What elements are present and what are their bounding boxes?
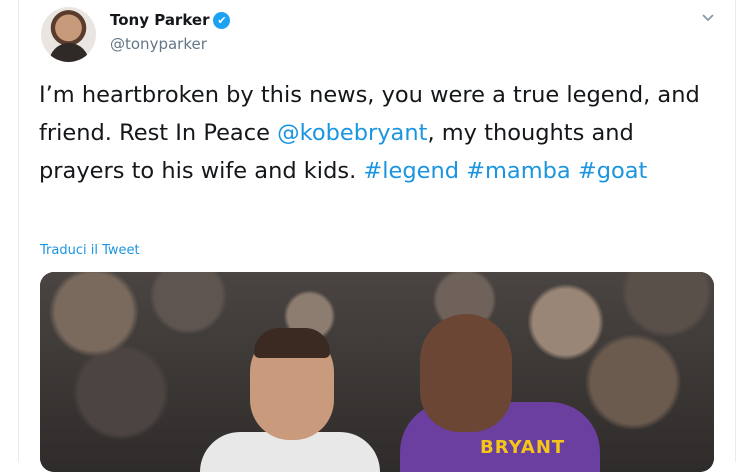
avatar-shirt: [49, 43, 89, 62]
author-handle[interactable]: @tonyparker: [110, 35, 207, 53]
jersey-lettering: BRYANT: [480, 437, 566, 458]
photo-background: [40, 272, 714, 472]
tweet-text-space: [571, 158, 578, 184]
verified-badge-icon: ✔: [213, 11, 231, 29]
avatar[interactable]: [41, 7, 96, 62]
photo-figure-left-hair: [254, 328, 330, 358]
tweet-card: Tony Parker ✔ @tonyparker I’m heartbroke…: [18, 0, 736, 472]
translate-tweet-link[interactable]: Traduci il Tweet: [40, 243, 140, 258]
hashtag-link[interactable]: #goat: [578, 158, 648, 184]
tweet-text: I’m heartbroken by this news, you were a…: [39, 76, 719, 190]
author-name-row[interactable]: Tony Parker ✔: [110, 11, 231, 29]
mention-link[interactable]: @kobebryant: [277, 120, 427, 146]
photo-figure-right-head: [420, 314, 512, 432]
hashtag-link[interactable]: #legend: [363, 158, 459, 184]
chevron-down-icon-svg: [702, 14, 714, 22]
hashtag-link[interactable]: #mamba: [466, 158, 571, 184]
tweet-media-photo[interactable]: BRYANT: [40, 272, 714, 472]
chevron-down-icon[interactable]: [699, 10, 717, 28]
author-name[interactable]: Tony Parker: [110, 11, 209, 29]
